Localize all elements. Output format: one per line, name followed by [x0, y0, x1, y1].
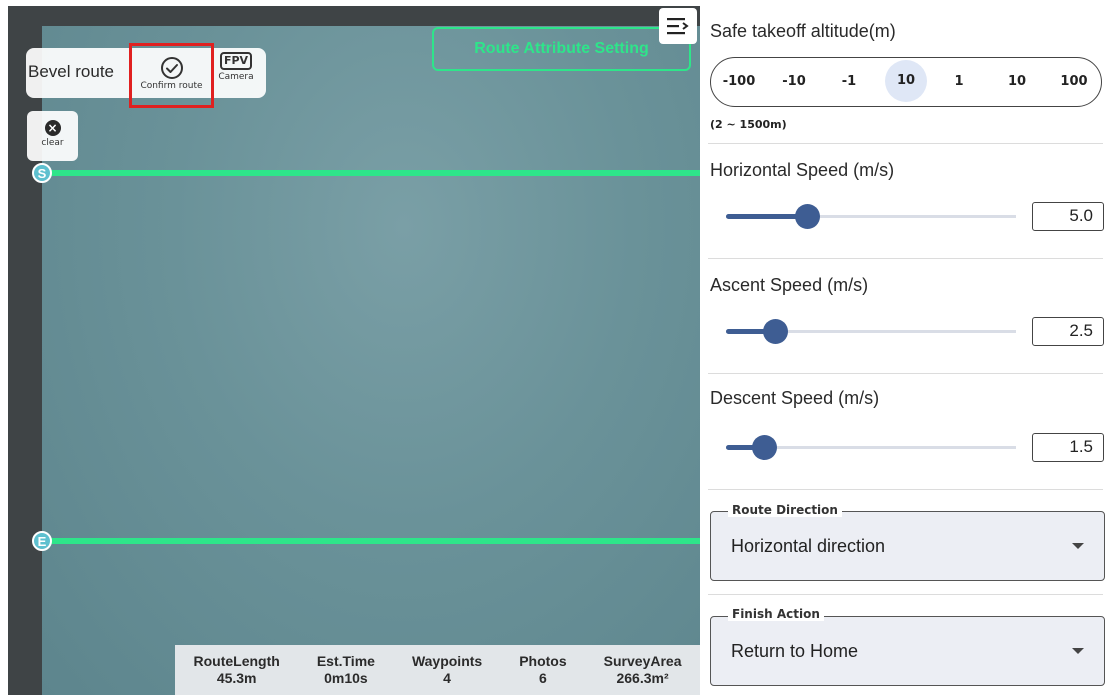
dropdown-arrow-icon	[1072, 648, 1084, 654]
clear-icon: ×	[44, 120, 61, 136]
start-marker[interactable]: S	[32, 163, 52, 183]
route-direction-value: Horizontal direction	[731, 536, 886, 556]
altitude-option-minus-10[interactable]: -10	[774, 58, 814, 105]
ascent-speed-slider[interactable]	[726, 319, 1016, 344]
altitude-option-plus-100[interactable]: 100	[1054, 58, 1094, 105]
route-mode-label: Bevel route	[28, 62, 114, 81]
check-circle-icon	[160, 57, 183, 79]
slider-thumb[interactable]	[795, 204, 820, 229]
route-stats-bar: RouteLength 45.3m Est.Time 0m10s Waypoin…	[175, 645, 700, 695]
stat-route-length: RouteLength 45.3m	[193, 653, 280, 686]
altitude-stepper: -100 -10 -1 10 1 10 100	[710, 57, 1102, 107]
ascent-speed-input[interactable]: 2.5	[1032, 317, 1104, 346]
descent-speed-input[interactable]: 1.5	[1032, 433, 1104, 462]
finish-action-select[interactable]: Return to Home	[710, 616, 1105, 686]
menu-open-icon	[667, 18, 689, 35]
divider	[708, 594, 1103, 595]
slider-thumb[interactable]	[763, 319, 788, 344]
slider-thumb[interactable]	[752, 435, 777, 460]
ascent-speed-title: Ascent Speed (m/s)	[710, 275, 869, 295]
survey-field[interactable]	[42, 26, 700, 695]
camera-button[interactable]: FPV Camera	[211, 50, 261, 96]
divider	[708, 373, 1103, 374]
horizontal-speed-title: Horizontal Speed (m/s)	[710, 160, 895, 180]
route-direction-select[interactable]: Horizontal direction	[710, 511, 1105, 581]
divider	[708, 258, 1103, 259]
end-marker[interactable]: E	[32, 531, 52, 551]
clear-label: clear	[41, 138, 64, 148]
divider	[708, 489, 1103, 490]
camera-label: Camera	[218, 72, 254, 82]
stat-photos: Photos 6	[519, 653, 567, 686]
descent-speed-slider[interactable]	[726, 435, 1016, 460]
horizontal-speed-slider[interactable]	[726, 204, 1016, 229]
descent-speed-title: Descent Speed (m/s)	[710, 388, 880, 408]
collapse-menu-icon[interactable]	[659, 8, 697, 44]
stat-est-time: Est.Time 0m10s	[316, 653, 375, 686]
finish-action-label: Finish Action	[728, 607, 824, 621]
finish-action-value: Return to Home	[731, 641, 859, 661]
altitude-option-plus-10[interactable]: 10	[997, 58, 1037, 105]
altitude-current-value[interactable]: 10	[885, 60, 927, 102]
route-line-start	[42, 170, 700, 176]
fpv-camera-icon: FPV	[219, 52, 253, 70]
altitude-option-plus-1[interactable]: 1	[939, 58, 979, 105]
altitude-option-minus-1[interactable]: -1	[829, 58, 869, 105]
clear-button[interactable]: × clear	[27, 111, 78, 161]
stat-waypoints: Waypoints 4	[411, 653, 483, 686]
dropdown-arrow-icon	[1072, 543, 1084, 549]
stat-survey-area: SurveyArea 266.3m²	[603, 653, 682, 686]
altitude-range-hint: (2 ~ 1500m)	[710, 118, 787, 131]
route-line-end	[42, 538, 700, 544]
takeoff-altitude-title: Safe takeoff altitude(m)	[710, 21, 896, 41]
divider	[708, 143, 1103, 144]
route-direction-label: Route Direction	[728, 503, 842, 517]
confirm-route-label: Confirm route	[140, 81, 203, 91]
altitude-option-minus-100[interactable]: -100	[719, 58, 759, 105]
map-view[interactable]: S E Bevel route Confirm route FPV Camera…	[0, 0, 700, 695]
horizontal-speed-input[interactable]: 5.0	[1032, 202, 1104, 231]
route-attribute-setting-button[interactable]: Route Attribute Setting	[432, 27, 691, 71]
confirm-route-button[interactable]: Confirm route	[129, 43, 214, 108]
